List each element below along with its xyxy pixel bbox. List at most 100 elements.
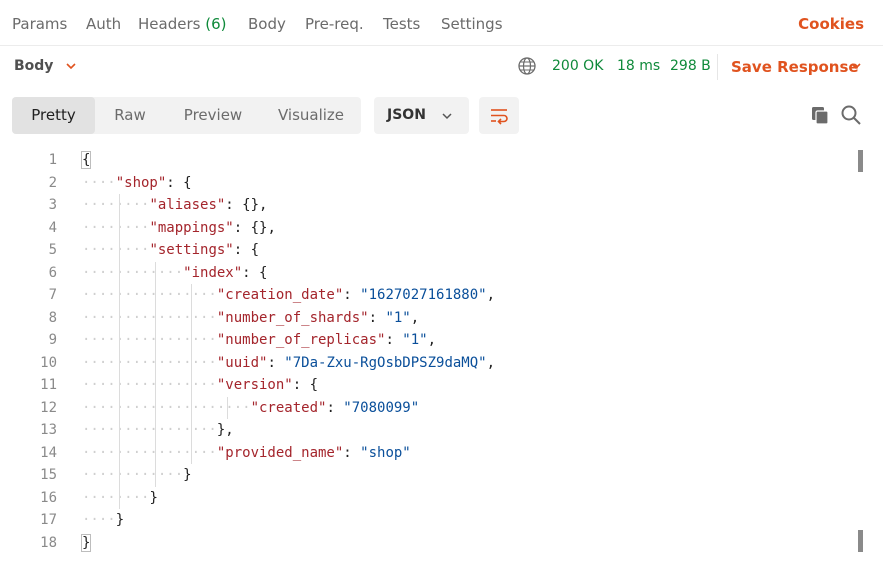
json-string: "shop" bbox=[360, 444, 411, 461]
json-key: "creation_date" bbox=[216, 287, 344, 303]
json-key: "shop" bbox=[115, 174, 167, 191]
code-line: 6 ············"index": { bbox=[0, 262, 850, 285]
response-time[interactable]: 18 ms bbox=[617, 58, 660, 74]
cookies-link[interactable]: Cookies bbox=[798, 15, 864, 33]
json-punctuation: , bbox=[486, 287, 496, 303]
indent-whitespace: ················ bbox=[82, 444, 217, 461]
line-number: 5 bbox=[48, 242, 57, 258]
json-key: "number_of_replicas" bbox=[216, 332, 386, 348]
json-punctuation: : {}, bbox=[233, 219, 276, 236]
tab-pre-request[interactable]: Pre-req. bbox=[305, 15, 364, 33]
status-code[interactable]: 200 OK bbox=[552, 58, 603, 74]
save-response-button[interactable]: Save Response bbox=[731, 58, 859, 76]
view-preview-button[interactable]: Preview bbox=[165, 97, 261, 134]
chevron-down-icon bbox=[442, 113, 452, 120]
code-line: 2 ····"shop": { bbox=[0, 172, 850, 195]
json-key: "index" bbox=[183, 264, 243, 281]
json-key: "uuid" bbox=[216, 354, 268, 371]
wrap-lines-icon bbox=[491, 109, 508, 125]
code-text: { bbox=[80, 149, 92, 172]
json-punctuation: , bbox=[410, 309, 420, 326]
indent-whitespace: ···················· bbox=[82, 399, 251, 416]
format-select[interactable]: JSON bbox=[374, 97, 469, 134]
json-punctuation: : {}, bbox=[225, 197, 268, 213]
line-number: 17 bbox=[40, 512, 57, 528]
line-number: 12 bbox=[40, 399, 57, 416]
json-punctuation: } bbox=[183, 467, 192, 483]
line-number: 14 bbox=[40, 444, 57, 461]
indent-guide bbox=[227, 396, 228, 419]
code-text: ········"mappings": {}, bbox=[82, 217, 276, 240]
chevron-down-icon[interactable] bbox=[849, 59, 863, 73]
tab-settings[interactable]: Settings bbox=[441, 15, 503, 33]
search-icon[interactable] bbox=[840, 104, 862, 126]
view-raw-button[interactable]: Raw bbox=[95, 97, 165, 134]
line-number: 6 bbox=[48, 264, 57, 281]
tab-body[interactable]: Body bbox=[248, 15, 286, 33]
indent-whitespace: ········ bbox=[82, 489, 150, 506]
json-string: "7Da-Zxu-RgOsbDPSZ9daMQ" bbox=[284, 354, 487, 371]
line-number: 4 bbox=[48, 219, 57, 236]
tab-headers[interactable]: Headers (6) bbox=[138, 15, 226, 33]
json-punctuation: : bbox=[267, 354, 285, 371]
response-body-dropdown[interactable]: Body bbox=[14, 58, 53, 74]
response-header: Body 200 OK 18 ms 298 B Save Response bbox=[0, 46, 883, 88]
json-punctuation: : { bbox=[292, 377, 319, 393]
json-key: "version" bbox=[216, 377, 293, 393]
code-text: ········"settings": { bbox=[82, 239, 259, 262]
json-punctuation: } bbox=[149, 489, 158, 506]
code-text: ················"creation_date": "162702… bbox=[82, 284, 495, 307]
chevron-down-icon[interactable] bbox=[64, 59, 78, 73]
scrollbar-thumb-bottom[interactable] bbox=[858, 530, 863, 552]
code-text: } bbox=[80, 532, 92, 555]
line-number: 7 bbox=[48, 287, 57, 303]
json-string: "1627027161880" bbox=[360, 287, 487, 303]
indent-whitespace: ················ bbox=[82, 332, 217, 348]
indent-guide bbox=[119, 194, 120, 509]
indent-whitespace: ············ bbox=[82, 264, 184, 281]
json-punctuation: } bbox=[115, 512, 125, 528]
json-string: "7080099" bbox=[343, 399, 420, 416]
wrap-lines-button[interactable] bbox=[479, 97, 519, 134]
json-punctuation: , bbox=[427, 332, 437, 348]
response-size[interactable]: 298 B bbox=[670, 58, 711, 74]
code-line: 12 ····················"created": "708009… bbox=[0, 397, 850, 420]
json-punctuation: : bbox=[343, 287, 361, 303]
code-line: 1{ bbox=[0, 149, 850, 172]
code-line: 15 ············} bbox=[0, 464, 850, 487]
code-line: 4 ········"mappings": {}, bbox=[0, 217, 850, 240]
tab-tests[interactable]: Tests bbox=[383, 15, 420, 33]
view-pretty-button[interactable]: Pretty bbox=[12, 97, 95, 134]
json-key: "settings" bbox=[149, 242, 234, 258]
code-text: ····"shop": { bbox=[82, 172, 192, 195]
json-key: "provided_name" bbox=[216, 444, 344, 461]
json-punctuation: } bbox=[80, 533, 92, 552]
code-text: ················"number_of_shards": "1", bbox=[82, 307, 419, 330]
indent-whitespace: ················ bbox=[82, 422, 217, 438]
response-body-editor[interactable]: 1{2 ····"shop": {3 ········"aliases": {}, 4… bbox=[0, 147, 883, 564]
line-number: 2 bbox=[48, 174, 57, 191]
code-line: 7 ················"creation_date": "16270… bbox=[0, 284, 850, 307]
scrollbar-thumb-top[interactable] bbox=[858, 150, 863, 172]
json-punctuation: : { bbox=[166, 174, 192, 191]
globe-icon[interactable] bbox=[517, 56, 537, 76]
json-punctuation: }, bbox=[216, 422, 234, 438]
tab-auth[interactable]: Auth bbox=[86, 15, 121, 33]
json-key: "aliases" bbox=[149, 197, 226, 213]
code-text: ············} bbox=[82, 464, 192, 487]
json-string: "1" bbox=[402, 332, 428, 348]
indent-guide bbox=[155, 261, 156, 487]
line-number: 18 bbox=[40, 534, 57, 551]
code-line: 17 ····} bbox=[0, 509, 850, 532]
code-line: 8 ················"number_of_shards": "1"… bbox=[0, 307, 850, 330]
json-key: "number_of_shards" bbox=[216, 309, 369, 326]
indent-whitespace: ········ bbox=[82, 242, 150, 258]
copy-icon[interactable] bbox=[809, 104, 831, 126]
json-punctuation: : bbox=[368, 309, 386, 326]
indent-whitespace: ···· bbox=[82, 512, 116, 528]
view-visualize-button[interactable]: Visualize bbox=[261, 97, 361, 134]
code-line: 3 ········"aliases": {}, bbox=[0, 194, 850, 217]
code-text: ····················"created": "7080099" bbox=[82, 397, 419, 420]
tab-params[interactable]: Params bbox=[12, 15, 67, 33]
code-text: ············"index": { bbox=[82, 262, 267, 285]
